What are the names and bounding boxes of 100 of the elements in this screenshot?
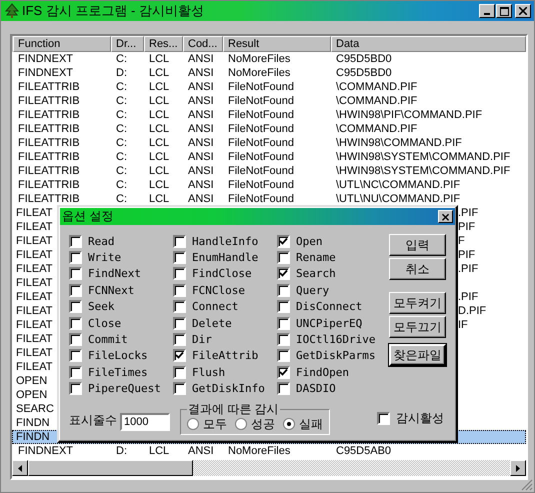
dialog-button[interactable]: 모두끄기 <box>389 316 446 338</box>
minimize-button[interactable] <box>479 4 495 18</box>
table-cell-text: \UTL\NU\COMMAND.PIF <box>335 192 462 206</box>
table-cell-text: FILEATTRIB <box>17 164 81 178</box>
table-cell-text: FINDN <box>15 430 51 444</box>
maximize-button[interactable] <box>496 4 512 18</box>
table-cell-text: FileNotFound <box>227 80 296 94</box>
option-checkbox[interactable]: DASDIO <box>277 380 387 397</box>
option-checkbox[interactable]: Write <box>69 249 173 266</box>
option-checkbox[interactable]: UNCPiperEQ <box>277 314 387 332</box>
table-cell-text: ANSI <box>187 164 215 178</box>
option-checkbox[interactable]: Query <box>277 282 387 299</box>
scrollbar-thumb[interactable] <box>28 460 193 476</box>
table-cell-text: FILEATTRIB <box>17 108 81 122</box>
group-title: 결과에 따른 감시 <box>187 400 280 418</box>
option-checkbox[interactable]: FCNNext <box>69 282 173 299</box>
column-header[interactable]: Res... <box>144 36 183 52</box>
column-header[interactable]: Cod... <box>183 36 223 52</box>
table-row[interactable]: FILEATTRIB C: LCL ANSI FileNotFound \HWIN98\PIF\COMMAND.PIF <box>12 108 526 122</box>
table-cell-text: FILEAT <box>15 220 54 234</box>
tree-icon <box>4 3 20 19</box>
column-header[interactable]: Data <box>331 36 526 52</box>
table-cell-text: FileNotFound <box>227 192 296 206</box>
table-cell-text: NoMoreFiles <box>227 444 292 458</box>
option-checkbox[interactable]: DisConnect <box>277 298 387 315</box>
table-cell-text: D: <box>115 444 128 458</box>
line-count-field[interactable]: 1000 <box>120 412 170 431</box>
table-cell-text: FILEATTRIB <box>17 150 81 164</box>
table-row[interactable]: FINDNEXT C: LCL ANSI NoMoreFiles C95D5BD0 <box>12 52 526 66</box>
table-row[interactable]: FILEATTRIB C: LCL ANSI FileNotFound \UTL\NU\COMMAND.PIF <box>12 192 526 206</box>
table-cell-text: ANSI <box>187 94 215 108</box>
option-checkbox[interactable]: PipereQuest <box>69 380 173 397</box>
table-cell-text: FileNotFound <box>227 136 296 150</box>
dialog-button[interactable]: 찾은파일 <box>389 344 446 366</box>
table-cell-text: FINDNEXT <box>17 66 74 80</box>
option-checkbox[interactable]: FindClose <box>173 266 277 282</box>
table-cell-text: LCL <box>148 444 170 458</box>
scroll-left-button[interactable] <box>12 460 28 476</box>
table-cell-text: FILEATTRIB <box>17 94 81 108</box>
table-cell-text: FILEATTRIB <box>17 178 81 192</box>
table-cell-text: ANSI <box>187 192 215 206</box>
dialog-button[interactable]: 입력 <box>389 234 446 256</box>
table-cell-text: FINDNEXT <box>17 52 74 66</box>
option-checkbox[interactable]: HandleInfo <box>173 233 277 250</box>
column-header[interactable]: Result <box>223 36 331 52</box>
table-row[interactable]: FILEATTRIB C: LCL ANSI FileNotFound \COMMAND.PIF <box>12 80 526 94</box>
table-cell-text: \HWIN98\SYSTEM\COMMAND.PIF <box>335 150 512 164</box>
option-checkbox[interactable]: FCNClose <box>173 282 277 299</box>
column-header[interactable]: Function <box>13 36 111 52</box>
table-cell-text: NoMoreFiles <box>227 66 292 80</box>
option-checkbox[interactable]: Flush <box>173 364 277 381</box>
resize-grip[interactable] <box>521 479 533 491</box>
table-cell-text: \UTL\NC\COMMAND.PIF <box>335 178 462 192</box>
option-checkbox[interactable]: GetDiskInfo <box>173 380 277 397</box>
option-checkbox[interactable]: GetDiskParms <box>277 348 387 364</box>
option-checkbox[interactable]: FileAttrib <box>173 348 277 364</box>
radio-option[interactable]: 모두 <box>187 416 227 433</box>
radio-option[interactable]: 실패 <box>283 416 323 433</box>
dialog-button[interactable]: 취소 <box>389 258 446 280</box>
option-checkbox[interactable]: Delete <box>173 314 277 332</box>
table-cell-text: C95D5BD0 <box>335 52 393 66</box>
table-row[interactable]: FILEATTRIB C: LCL ANSI FileNotFound \HWIN98\COMMAND.PIF <box>12 136 526 150</box>
option-checkbox[interactable]: Dir <box>173 331 277 348</box>
option-checkbox[interactable]: Commit <box>69 331 173 348</box>
monitor-active-checkbox[interactable]: 감시활성 <box>377 410 444 427</box>
table-row[interactable]: FILEATTRIB C: LCL ANSI FileNotFound \UTL\NC\COMMAND.PIF <box>12 178 526 192</box>
option-checkbox[interactable]: EnumHandle <box>173 249 277 266</box>
option-checkbox[interactable]: FindNext <box>69 266 173 282</box>
table-row[interactable]: FILEATTRIB C: LCL ANSI FileNotFound \COMMAND.PIF <box>12 94 526 108</box>
table-cell-text: \HWIN98\SYSTEM\COMMAND.PIF <box>335 164 512 178</box>
table-row[interactable]: FILEATTRIB C: LCL ANSI FileNotFound \HWIN98\SYSTEM\COMMAND.PIF <box>12 164 526 178</box>
option-checkbox[interactable]: Seek <box>69 298 173 315</box>
option-checkbox[interactable]: FileLocks <box>69 348 173 364</box>
table-cell-text: C: <box>115 122 128 136</box>
option-checkbox[interactable]: Connect <box>173 298 277 315</box>
table-cell-text: FileNotFound <box>227 94 296 108</box>
close-icon <box>519 7 527 15</box>
option-checkbox[interactable]: FindOpen <box>277 364 387 381</box>
option-checkbox[interactable]: IOCtl16Drive <box>277 331 387 348</box>
close-button[interactable]: × <box>438 210 453 223</box>
radio-option[interactable]: 성공 <box>235 416 275 433</box>
option-checkbox[interactable]: Read <box>69 233 173 250</box>
close-button[interactable] <box>515 4 531 18</box>
option-checkbox[interactable]: Rename <box>277 249 387 266</box>
option-checkbox[interactable]: FileTimes <box>69 364 173 381</box>
table-cell-text: \HWIN98\COMMAND.PIF <box>335 136 463 150</box>
table-cell-text: C: <box>115 150 128 164</box>
column-header[interactable]: Dr... <box>111 36 144 52</box>
table-cell-text: FINDNEXT <box>17 444 74 458</box>
option-checkbox[interactable]: Close <box>69 314 173 332</box>
option-checkbox[interactable]: Search <box>277 266 387 282</box>
scroll-right-button[interactable] <box>510 460 526 476</box>
table-row[interactable]: FILEATTRIB C: LCL ANSI FileNotFound \COMMAND.PIF <box>12 122 526 136</box>
dialog-button[interactable]: 모두켜기 <box>389 292 446 314</box>
table-row[interactable]: FINDNEXT D: LCL ANSI NoMoreFiles C95D5AB0 <box>12 444 526 458</box>
table-cell-text: LCL <box>148 52 170 66</box>
table-cell-text: C: <box>115 164 128 178</box>
table-row[interactable]: FILEATTRIB C: LCL ANSI FileNotFound \HWIN98\SYSTEM\COMMAND.PIF <box>12 150 526 164</box>
table-row[interactable]: FINDNEXT D: LCL ANSI NoMoreFiles C95D5BD0 <box>12 66 526 80</box>
option-checkbox[interactable]: Open <box>277 233 387 250</box>
